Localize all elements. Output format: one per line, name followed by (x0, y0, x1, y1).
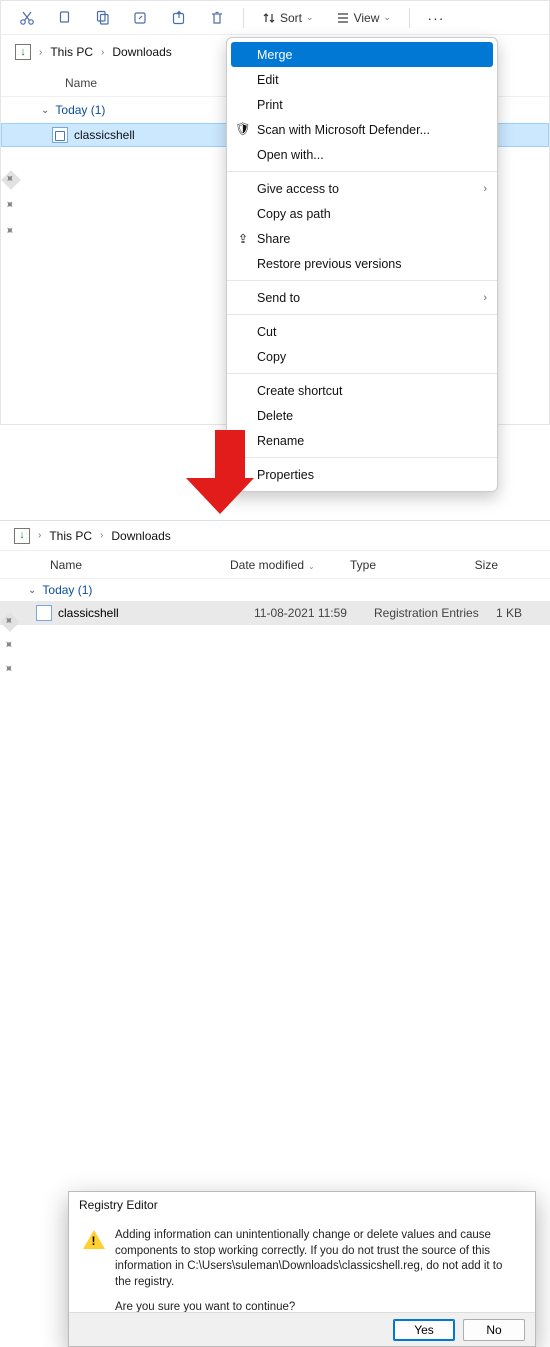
reg-file-icon (52, 127, 68, 143)
yes-button[interactable]: Yes (393, 1319, 455, 1341)
reg-file-icon (36, 605, 52, 621)
pin-icon[interactable]: ✦ (1, 196, 21, 216)
group-label: Today (1) (42, 583, 92, 597)
sort-icon (262, 11, 276, 25)
downloads-folder-icon[interactable]: ↓ (14, 528, 30, 544)
menu-edit[interactable]: Edit (227, 67, 497, 92)
menu-share[interactable]: ⇪Share (227, 226, 497, 251)
menu-give-access[interactable]: Give access to› (227, 176, 497, 201)
pin-icon[interactable]: ✦ (0, 660, 20, 680)
column-type[interactable]: Type (350, 558, 460, 572)
file-row[interactable]: classicshell 11-08-2021 11:59 Registrati… (0, 601, 550, 625)
chevron-right-icon: › (100, 530, 103, 541)
explorer-top: Sort⌄ View⌄ ··· ↓ › This PC › Downloads … (0, 0, 550, 425)
registry-editor-dialog: Registry Editor Adding information can u… (68, 1191, 536, 1347)
pin-icon[interactable]: ✦ (1, 222, 21, 242)
menu-merge[interactable]: Merge (231, 42, 493, 67)
workflow-arrow-icon (205, 430, 254, 514)
pin-icon[interactable]: ✦ (0, 636, 20, 656)
breadcrumb-this-pc[interactable]: This PC (50, 45, 93, 59)
paste-icon[interactable] (87, 4, 119, 32)
pin-icon[interactable]: ✦ (0, 612, 20, 632)
sort-button[interactable]: Sort⌄ (254, 11, 322, 25)
command-bar: Sort⌄ View⌄ ··· (1, 1, 549, 35)
menu-open-with[interactable]: Open with... (227, 142, 497, 167)
menu-copy-as-path[interactable]: Copy as path (227, 201, 497, 226)
dialog-buttons: Yes No (69, 1312, 535, 1346)
menu-send-to[interactable]: Send to› (227, 285, 497, 310)
share-icon: ⇪ (235, 231, 251, 246)
menu-scan-defender[interactable]: 🛡Scan with Microsoft Defender... (227, 117, 497, 142)
menu-create-shortcut[interactable]: Create shortcut (227, 378, 497, 403)
file-type: Registration Entries (374, 606, 484, 620)
chevron-down-icon: ⌄ (28, 585, 36, 596)
downloads-folder-icon[interactable]: ↓ (15, 44, 31, 60)
column-name[interactable]: Name (50, 558, 230, 572)
menu-delete[interactable]: Delete (227, 403, 497, 428)
rename-icon[interactable] (125, 4, 157, 32)
file-name: classicshell (74, 128, 135, 142)
breadcrumb-downloads[interactable]: Downloads (112, 45, 171, 59)
delete-icon[interactable] (201, 4, 233, 32)
pin-rail: ✦ ✦ ✦ (0, 615, 20, 677)
file-date: 11-08-2021 11:59 (254, 606, 374, 620)
breadcrumb: ↓ › This PC › Downloads (0, 521, 550, 551)
chevron-right-icon: › (483, 183, 487, 195)
column-date[interactable]: Date modified⌄ (230, 558, 350, 572)
explorer-bottom: ↓ › This PC › Downloads Name Date modifi… (0, 520, 550, 834)
menu-cut[interactable]: Cut (227, 319, 497, 344)
dialog-title: Registry Editor (69, 1192, 535, 1218)
chevron-right-icon: › (101, 47, 104, 58)
menu-print[interactable]: Print (227, 92, 497, 117)
breadcrumb-downloads[interactable]: Downloads (111, 529, 170, 543)
chevron-right-icon: › (483, 292, 487, 304)
menu-properties[interactable]: Properties (227, 462, 497, 487)
chevron-right-icon: › (39, 47, 42, 58)
view-button[interactable]: View⌄ (328, 11, 399, 25)
view-icon (336, 11, 350, 25)
menu-copy[interactable]: Copy (227, 344, 497, 369)
chevron-down-icon: ⌄ (308, 562, 315, 571)
no-button[interactable]: No (463, 1319, 525, 1341)
cut-icon[interactable] (11, 4, 43, 32)
chevron-down-icon: ⌄ (41, 105, 49, 116)
more-button[interactable]: ··· (420, 4, 452, 32)
pin-icon[interactable]: ✦ (1, 170, 21, 190)
menu-restore-versions[interactable]: Restore previous versions (227, 251, 497, 276)
group-label: Today (1) (55, 103, 105, 117)
group-today[interactable]: ⌄ Today (1) (0, 579, 550, 601)
column-headers: Name Date modified⌄ Type Size (0, 551, 550, 579)
share-icon[interactable] (163, 4, 195, 32)
pin-rail: ✦ ✦ ✦ (1, 173, 21, 239)
context-menu: Merge Edit Print 🛡Scan with Microsoft De… (226, 37, 498, 492)
column-name[interactable]: Name (65, 76, 245, 90)
dialog-text: Adding information can unintentionally c… (115, 1228, 521, 1316)
copy-icon[interactable] (49, 4, 81, 32)
file-name: classicshell (58, 606, 119, 620)
file-size: 1 KB (484, 606, 532, 620)
breadcrumb-this-pc[interactable]: This PC (49, 529, 92, 543)
chevron-right-icon: › (38, 530, 41, 541)
column-size[interactable]: Size (460, 558, 510, 572)
shield-icon: 🛡 (235, 122, 251, 137)
menu-rename[interactable]: Rename (227, 428, 497, 453)
warning-icon (83, 1230, 105, 1252)
